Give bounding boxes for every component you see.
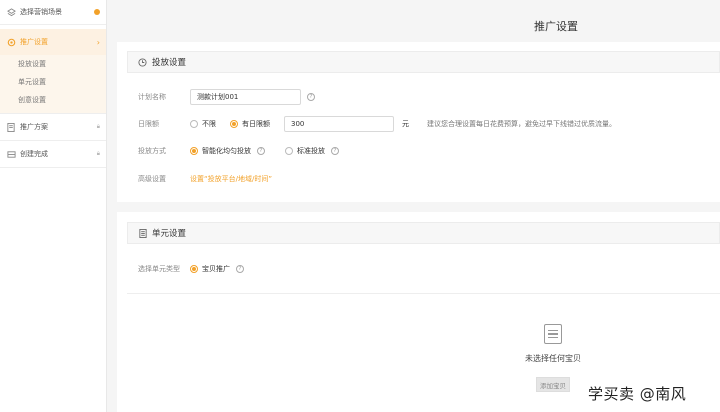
list-icon	[138, 228, 147, 238]
budget-hint: 建议您合理设置每日花费预算，避免过早下线错过优质流量。	[427, 120, 616, 128]
help-icon[interactable]: ?	[307, 93, 315, 101]
chevron-right-icon: ›	[96, 37, 100, 47]
delivery-method-row: 投放方式 智能化均匀投放 ? 标准投放 ?	[138, 146, 339, 156]
watermark: 学买卖 @南风	[588, 385, 687, 403]
sidebar-step-label: 创建完成	[20, 150, 48, 158]
field-label: 选择单元类型	[138, 265, 180, 273]
currency-unit: 元	[402, 120, 409, 128]
radio-circle	[285, 147, 293, 155]
radio-label: 有日限额	[242, 120, 270, 128]
scene-icon	[6, 7, 16, 17]
radio-circle	[190, 265, 198, 273]
advanced-settings-row: 高级设置 设置“投放平台/地域/时间”	[138, 174, 272, 184]
sidebar-item-delivery[interactable]: 投放设置	[0, 55, 106, 73]
empty-state-text: 未选择任何宝贝	[525, 354, 581, 363]
page-title: 推广设置	[534, 20, 578, 33]
lock-icon: 🔒︎	[96, 150, 100, 157]
sidebar-step-promotion[interactable]: 推广设置 ›	[0, 29, 106, 55]
sidebar-item-creative[interactable]: 创意设置	[0, 91, 106, 109]
section-title: 单元设置	[152, 229, 187, 239]
radio-label: 不限	[202, 120, 216, 128]
radio-item-promotion[interactable]: 宝贝推广	[190, 264, 230, 274]
radio-circle	[190, 147, 198, 155]
add-item-button[interactable]: 添加宝贝	[536, 377, 570, 392]
field-label: 投放方式	[138, 147, 166, 155]
help-icon[interactable]: ?	[257, 147, 265, 155]
sidebar-step-label: 选择营销场景	[20, 8, 62, 16]
status-dot	[94, 9, 100, 15]
help-icon[interactable]: ?	[331, 147, 339, 155]
delivery-settings-card: 投放设置 计划名称 测款计划001 ? 日限额 不限 有日限额 300 元 建议…	[117, 42, 720, 202]
daily-budget-row: 日限额 不限 有日限额 300 元 建议您合理设置每日花费预算，避免过早下线错过…	[138, 116, 616, 132]
radio-label: 宝贝推广	[202, 265, 230, 273]
daily-budget-input[interactable]: 300	[284, 116, 394, 132]
radio-label: 标准投放	[297, 147, 325, 155]
sidebar-step-complete[interactable]: 创建完成 🔒︎	[0, 141, 106, 167]
sidebar-submenu: 投放设置 单元设置 创意设置	[0, 55, 106, 113]
unit-settings-header: 单元设置	[127, 222, 720, 244]
gear-icon	[6, 37, 16, 47]
divider	[127, 293, 720, 294]
sidebar-step-label: 推广方案	[20, 123, 48, 131]
document-icon	[6, 122, 16, 132]
delivery-settings-header: 投放设置	[127, 51, 720, 73]
radio-label: 智能化均匀投放	[202, 147, 251, 155]
sidebar-step-scene[interactable]: 选择营销场景	[0, 0, 106, 24]
field-label: 日限额	[138, 120, 159, 128]
radio-circle	[190, 120, 198, 128]
help-icon[interactable]: ?	[236, 265, 244, 273]
plan-name-input[interactable]: 测款计划001	[190, 89, 301, 105]
lock-icon: 🔒︎	[96, 123, 100, 130]
sidebar: 选择营销场景 推广设置 › 投放设置 单元设置 创意设置 推广方案 🔒︎ 创建完…	[0, 0, 107, 412]
advanced-settings-link[interactable]: 设置“投放平台/地域/时间”	[190, 174, 272, 184]
flag-icon	[6, 149, 16, 159]
unit-settings-card: 单元设置 选择单元类型 宝贝推广 ? 未选择任何宝贝 添加宝贝	[117, 212, 720, 412]
divider	[0, 167, 106, 168]
field-label: 计划名称	[138, 93, 166, 101]
empty-list-icon	[544, 324, 562, 344]
radio-daily-limit[interactable]: 有日限额	[230, 119, 270, 129]
section-title: 投放设置	[152, 58, 187, 68]
clock-icon	[138, 57, 147, 67]
radio-smart-delivery[interactable]: 智能化均匀投放	[190, 146, 251, 156]
sidebar-step-plan[interactable]: 推广方案 🔒︎	[0, 114, 106, 140]
radio-circle	[230, 120, 238, 128]
plan-name-row: 计划名称 测款计划001 ?	[138, 89, 315, 105]
unit-type-row: 选择单元类型 宝贝推广 ?	[138, 264, 244, 274]
radio-standard-delivery[interactable]: 标准投放	[285, 146, 325, 156]
sidebar-step-label: 推广设置	[20, 38, 48, 46]
field-label: 高级设置	[138, 175, 166, 183]
sidebar-item-unit[interactable]: 单元设置	[0, 73, 106, 91]
radio-unlimited[interactable]: 不限	[190, 119, 216, 129]
